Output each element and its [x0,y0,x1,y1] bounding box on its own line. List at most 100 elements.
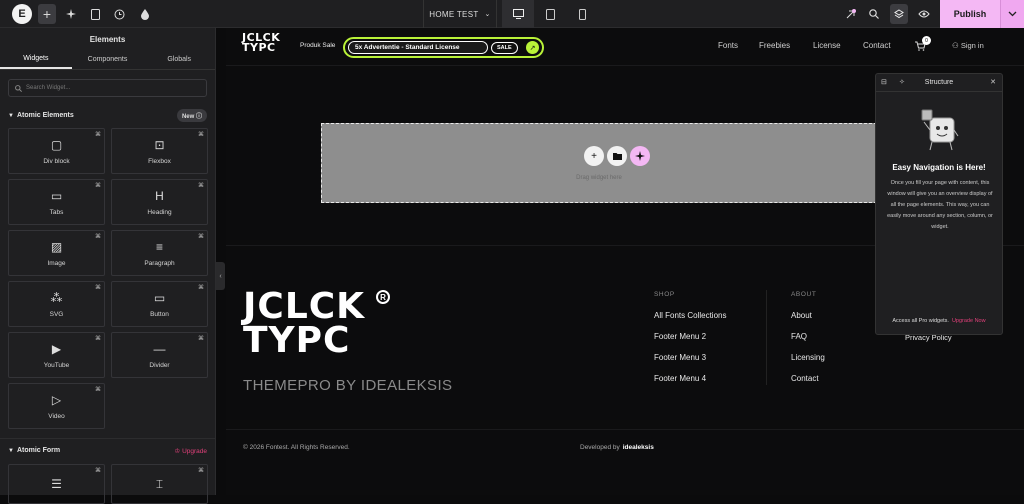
search-widget-input[interactable]: Search Widget... [8,79,207,97]
page-name: HOME TEST [429,9,479,19]
cart-count-badge: 0 [922,36,931,45]
ai-generate-sparkle-icon[interactable] [630,146,650,166]
footer-about-heading: ABOUT [791,291,817,298]
desktop-icon [512,9,524,19]
footer-link[interactable]: Footer Menu 2 [654,332,706,341]
tab-components[interactable]: Components [72,50,144,69]
info-icon: ⓘ [195,113,202,120]
preview-eye-icon[interactable] [917,4,931,24]
drag-handle-icon: ⌘ [95,183,101,189]
nav-contact[interactable]: Contact [863,41,891,50]
widget-card-div-block[interactable]: ⌘ ▢ Div block [8,128,105,174]
widget-card-image[interactable]: ⌘ ▨ Image [8,230,105,276]
notifications-icon[interactable] [843,4,857,24]
pro-lock-icon: ⌘ [95,468,101,474]
widget-grid: ⌘ ▢ Div block ⌘ ⊡ Flexbox ⌘ ▭ Tabs ⌘ H Heading ⌘ ▨ Ima… [0,124,215,429]
desktop-device-button[interactable] [502,0,534,28]
tab-globals[interactable]: Globals [143,50,215,69]
sign-in-link[interactable]: ⚇ Sign in [952,41,984,50]
collapse-panel-button[interactable]: ‹ [216,262,225,290]
upgrade-now-link[interactable]: Upgrade Now [952,318,986,324]
category-title: Atomic Form [16,447,61,454]
input-field-icon: ⌶ [155,476,164,491]
close-icon[interactable]: ✕ [990,78,996,86]
category-atomic-form[interactable]: ▼ Atomic Form ♔ Upgrade [0,438,215,462]
structure-title: Structure [924,79,954,86]
footer-link[interactable]: Contact [791,374,819,383]
mobile-icon [578,8,586,20]
page-selector[interactable]: HOME TEST ⌄ [423,0,497,28]
search-icon[interactable] [867,4,881,24]
structure-layers-icon[interactable] [890,4,908,24]
footer-bottom-divider [226,429,1024,430]
nav-license[interactable]: License [813,41,841,50]
footer-link[interactable]: About [791,311,812,320]
tablet-icon [545,8,555,20]
widget-card-tabs[interactable]: ⌘ ▭ Tabs [8,179,105,225]
drag-handle-icon: ⌘ [95,387,101,393]
button-icon: ▭ [153,290,166,305]
publish-button[interactable]: Publish [940,0,1000,28]
produk-sale-label: Produk Sale [300,42,336,49]
drag-handle-icon: ⌘ [198,336,204,342]
page-settings-icon[interactable] [88,4,102,24]
developer-link[interactable]: idealeksis [623,444,654,451]
pro-lock-icon: ⌘ [198,468,204,474]
template-library-folder-icon[interactable] [607,146,627,166]
upgrade-link[interactable]: ♔ Upgrade [174,447,207,455]
add-element-button[interactable]: + [38,4,56,24]
widget-label: Div block [43,157,70,165]
widget-card-button[interactable]: ⌘ ▭ Button [111,281,208,327]
tablet-device-button[interactable] [534,0,566,28]
ai-sparkle-icon[interactable]: ✧ [899,78,905,86]
structure-illustration-icon [921,109,959,151]
drag-handle-icon: ⌘ [95,336,101,342]
history-icon[interactable] [112,4,126,24]
drag-handle-icon: ⌘ [198,285,204,291]
theme-contrast-icon[interactable] [138,4,152,24]
widget-card-input[interactable]: ⌘ ⌶ [111,464,208,504]
youtube-icon: ▶ [51,341,62,356]
footer-link[interactable]: Footer Menu 3 [654,353,706,362]
collapse-all-icon[interactable]: ⊟ [881,78,887,86]
ai-sparkle-icon[interactable] [64,4,78,24]
widget-card-flexbox[interactable]: ⌘ ⊡ Flexbox [111,128,208,174]
publish-options-button[interactable] [1000,0,1024,28]
drop-zone-text: Drag widget here [576,175,622,181]
divider-icon: — [153,341,166,356]
widget-card-svg[interactable]: ⌘ ⁂ SVG [8,281,105,327]
footer-link[interactable]: FAQ [791,332,807,341]
widget-card-youtube[interactable]: ⌘ ▶ YouTube [8,332,105,378]
nav-fonts[interactable]: Fonts [718,41,738,50]
widget-card-heading[interactable]: ⌘ H Heading [111,179,208,225]
footer-link[interactable]: All Fonts Collections [654,311,726,320]
footer-link[interactable]: Licensing [791,353,825,362]
widget-card-video[interactable]: ⌘ ▷ Video [8,383,105,429]
arrow-up-right-icon[interactable]: ↗ [526,41,539,54]
drag-handle-icon: ⌘ [95,234,101,240]
nav-freebies[interactable]: Freebies [759,41,790,50]
video-icon: ▷ [51,392,62,407]
widget-label: Video [48,412,65,420]
tab-widgets[interactable]: Widgets [0,50,72,69]
new-badge: New ⓘ [176,108,207,122]
elementor-logo-button[interactable]: E [12,4,32,24]
promo-banner[interactable]: 5x Advertentie - Standard License SALE ↗ [343,37,544,58]
panel-tabs: Widgets Components Globals [0,50,215,70]
mobile-device-button[interactable] [566,0,598,28]
footer-link[interactable]: Footer Menu 4 [654,374,706,383]
structure-footer: Access all Pro widgets. Upgrade Now [892,318,986,324]
caret-down-icon: ▼ [8,112,14,119]
site-logo[interactable]: JCLCK TYPC [242,32,280,53]
widget-card-form[interactable]: ⌘ ☰ [8,464,105,504]
structure-panel: ⊟ ✧ Structure ✕ Easy Navigation is Here!… [875,73,1003,335]
footer-shop-heading: SHOP [654,291,675,298]
category-atomic-elements[interactable]: ▼ Atomic Elements New ⓘ [0,106,215,124]
widget-label: Divider [149,361,170,369]
add-section-button[interactable]: + [584,146,604,166]
widget-card-paragraph[interactable]: ⌘ ≡ Paragraph [111,230,208,276]
category-title: Atomic Elements [16,111,74,119]
widget-card-divider[interactable]: ⌘ — Divider [111,332,208,378]
structure-heading: Easy Navigation is Here! [892,163,986,172]
drop-zone[interactable]: + Drag widget here [321,123,877,203]
